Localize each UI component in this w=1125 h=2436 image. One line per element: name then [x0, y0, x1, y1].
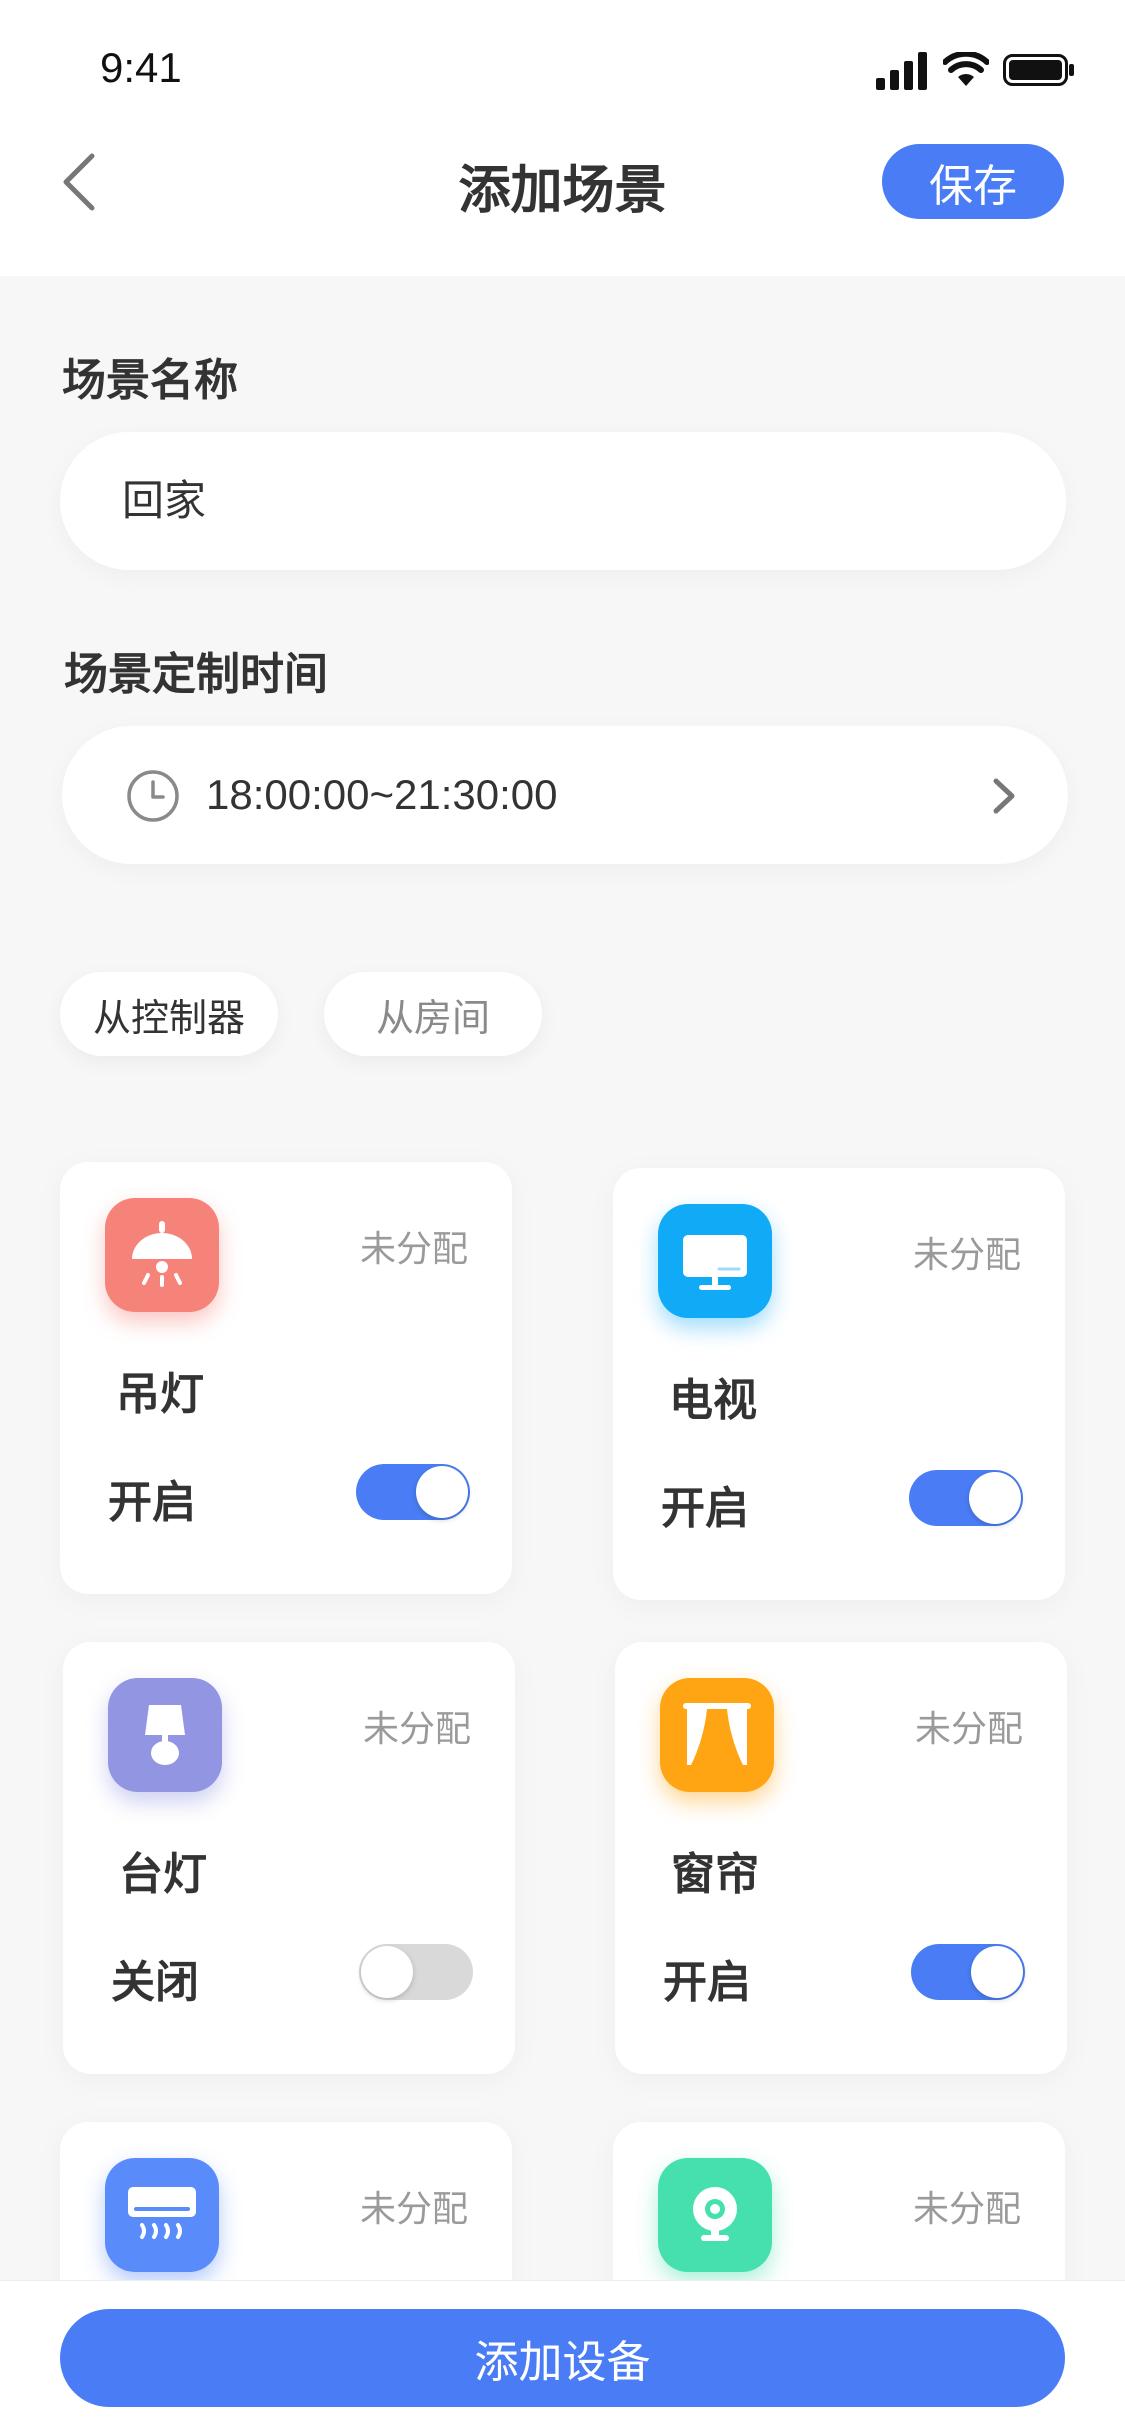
device-status: 未分配 [359, 1229, 468, 1270]
device-state-label: 开启 [663, 1957, 751, 2008]
device-state-label: 关闭 [111, 1957, 199, 2008]
clock-icon [127, 770, 179, 822]
device-status: 未分配 [912, 2189, 1021, 2230]
curtain-icon [660, 1678, 774, 1792]
device-status: 未分配 [912, 1235, 1021, 1276]
device-name: 台灯 [119, 1849, 207, 1900]
device-name: 电视 [669, 1375, 757, 1426]
bottom-bar: 添加设备 [0, 2280, 1125, 2436]
device-state-label: 开启 [108, 1477, 196, 1528]
toggle-knob [361, 1946, 413, 1998]
wifi-icon [943, 52, 989, 86]
header: 9:41 添加场景 保存 [0, 0, 1125, 276]
tv-icon [658, 1204, 772, 1318]
device-card-desk-lamp[interactable]: 未分配 台灯 关闭 [63, 1642, 515, 2074]
filter-from-controller[interactable]: 从控制器 [60, 972, 278, 1056]
device-toggle[interactable] [359, 1944, 473, 2000]
status-time: 9:41 [100, 44, 182, 91]
desk-lamp-icon [108, 1678, 222, 1792]
pendant-lamp-icon [105, 1198, 219, 1312]
scene-time-label: 场景定制时间 [64, 649, 328, 700]
device-card-tv[interactable]: 未分配 电视 开启 [613, 1168, 1065, 1600]
device-status: 未分配 [359, 2189, 468, 2230]
device-name: 吊灯 [116, 1369, 204, 1420]
scene-name-value: 回家 [122, 476, 207, 525]
chevron-right-icon [993, 778, 1015, 814]
add-device-button[interactable]: 添加设备 [60, 2309, 1065, 2407]
toggle-knob [416, 1466, 468, 1518]
device-status: 未分配 [362, 1709, 471, 1750]
device-card-curtain[interactable]: 未分配 窗帘 开启 [615, 1642, 1067, 2074]
device-toggle[interactable] [356, 1464, 470, 1520]
scene-name-field[interactable]: 回家 [60, 432, 1066, 570]
cellular-signal-icon [876, 52, 927, 90]
device-state-label: 开启 [661, 1483, 749, 1534]
device-toggle[interactable] [911, 1944, 1025, 2000]
device-toggle[interactable] [909, 1470, 1023, 1526]
save-button[interactable]: 保存 [882, 144, 1064, 219]
scene-time-field[interactable]: 18:00:00~21:30:00 [62, 726, 1068, 864]
battery-icon [1003, 54, 1074, 86]
scene-time-value: 18:00:00~21:30:00 [206, 771, 558, 818]
scene-name-label: 场景名称 [62, 355, 238, 406]
filter-from-room[interactable]: 从房间 [324, 972, 542, 1056]
toggle-knob [969, 1472, 1021, 1524]
toggle-knob [971, 1946, 1023, 1998]
device-status: 未分配 [914, 1709, 1023, 1750]
device-card-pendant-lamp[interactable]: 未分配 吊灯 开启 [60, 1162, 512, 1594]
air-conditioner-icon [105, 2158, 219, 2272]
device-name: 窗帘 [671, 1849, 759, 1900]
camera-icon [658, 2158, 772, 2272]
